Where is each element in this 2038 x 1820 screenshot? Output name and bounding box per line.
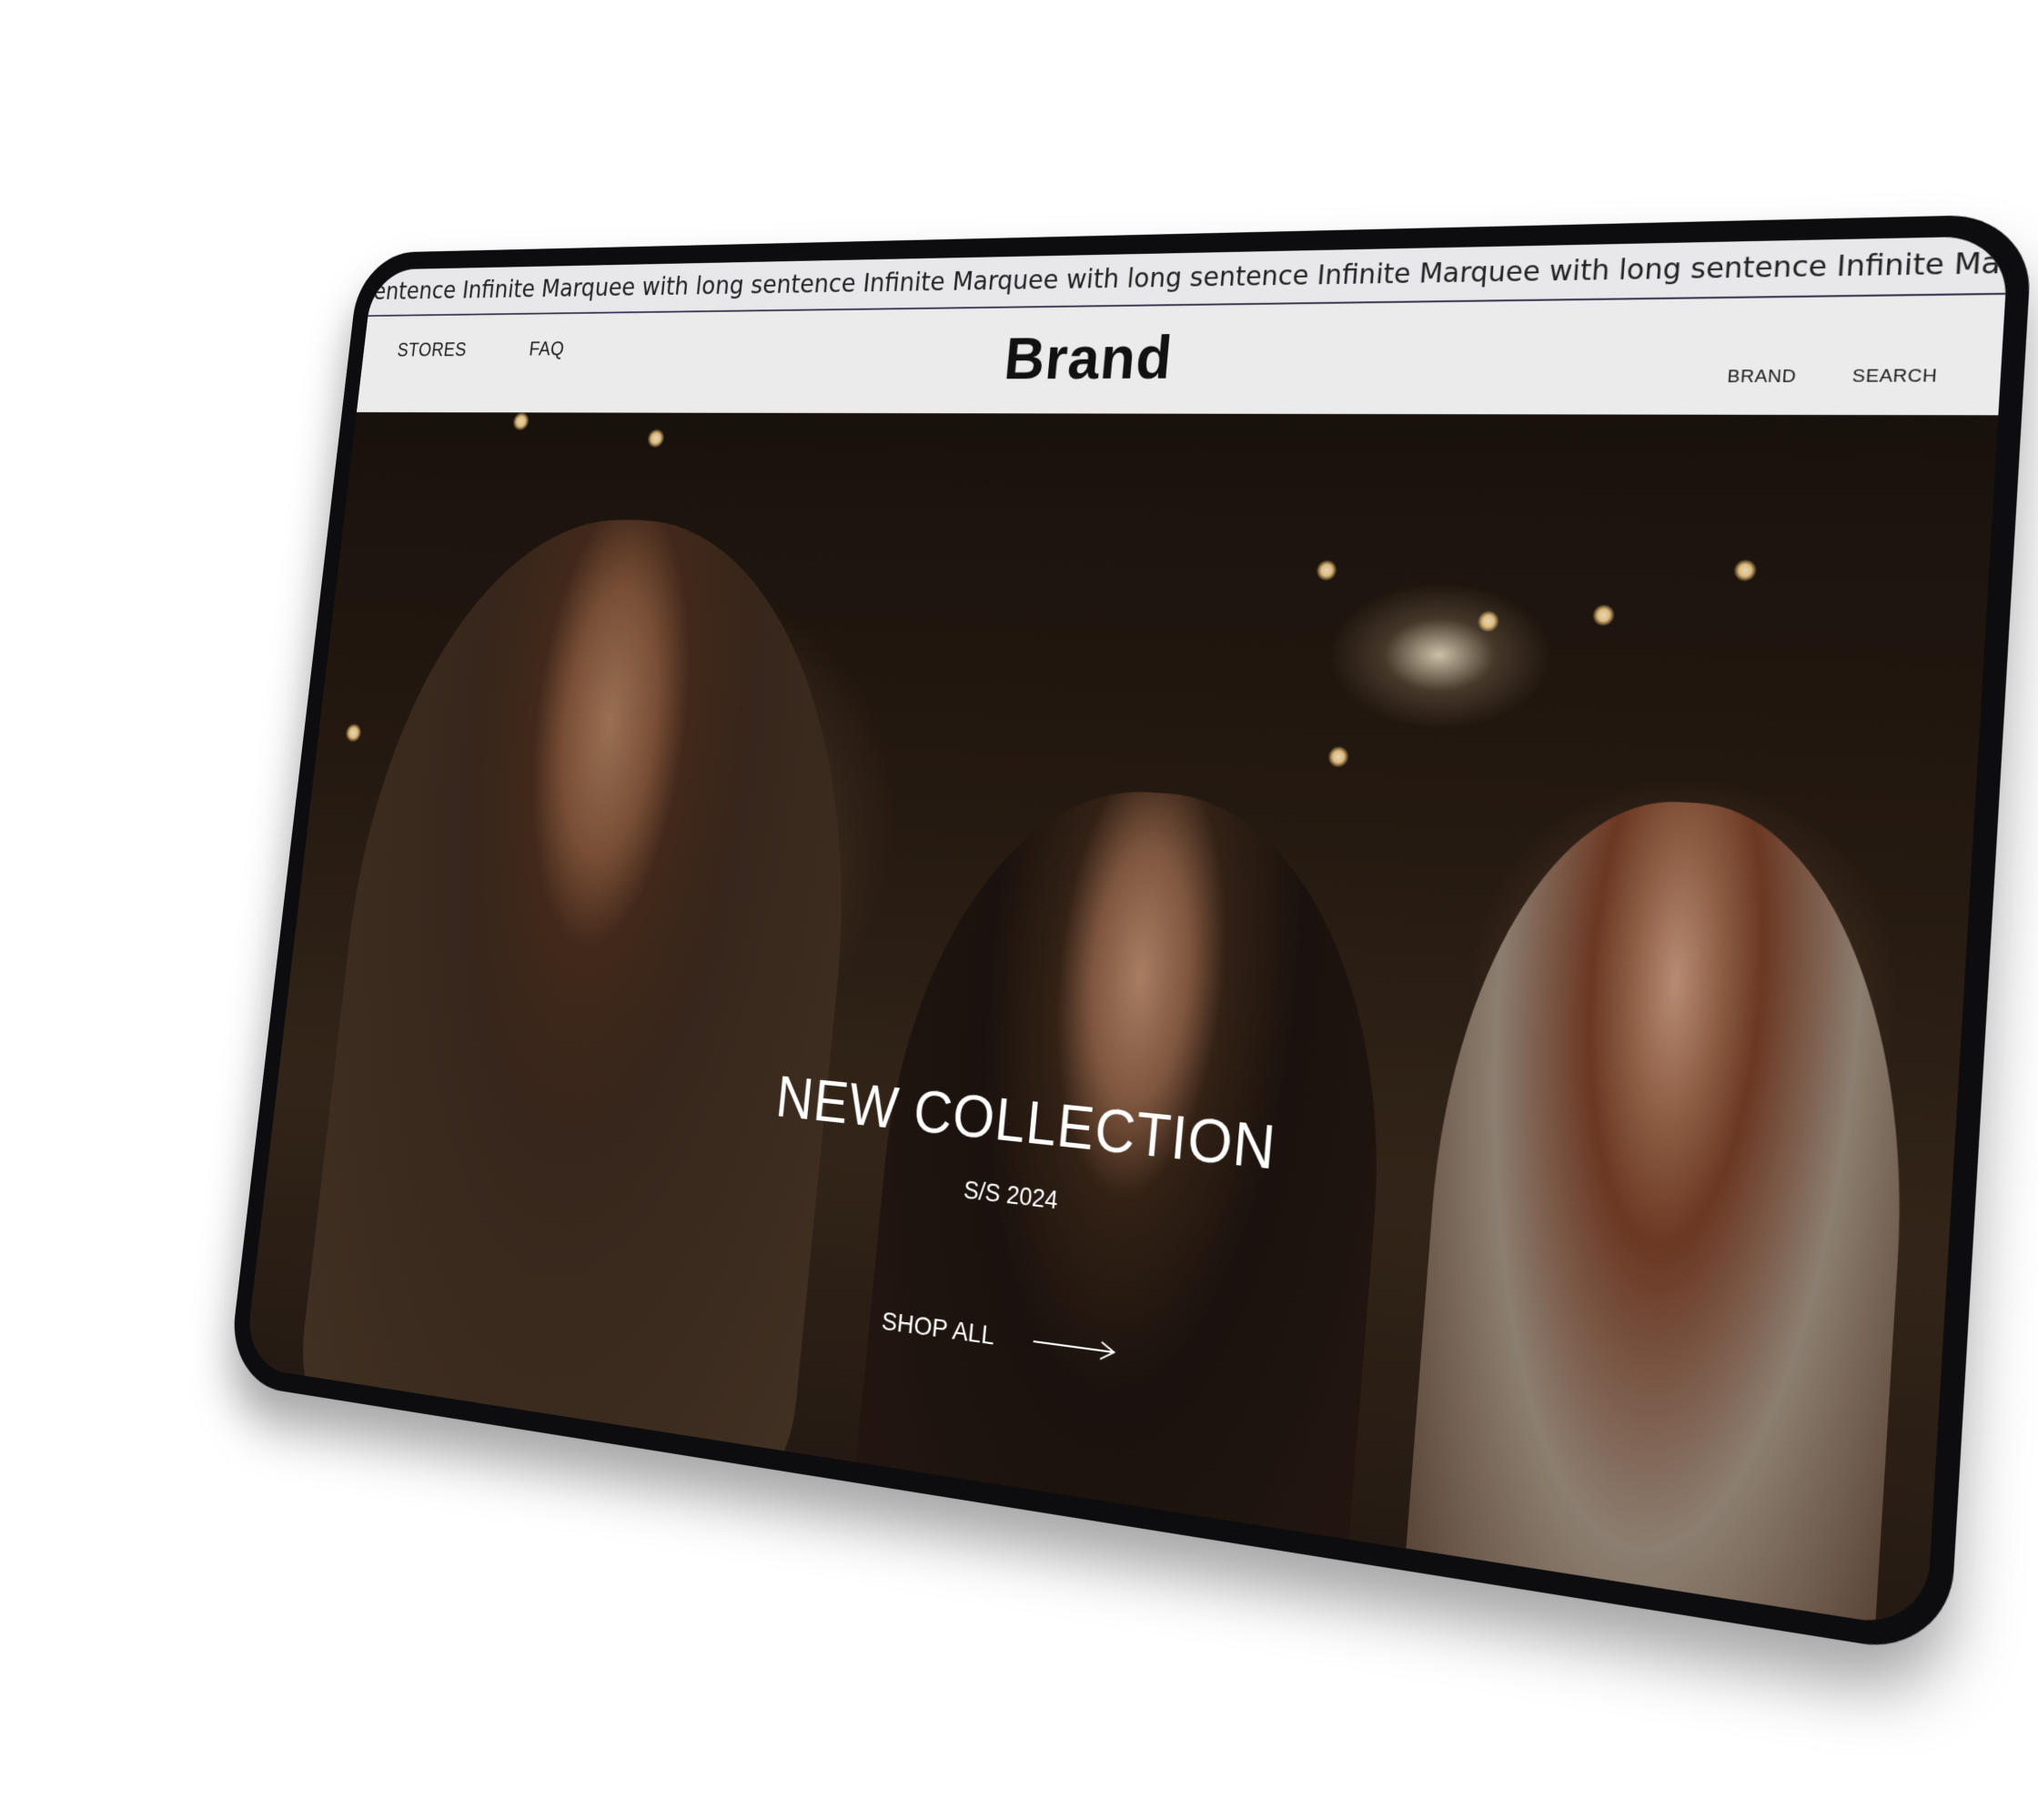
hero-banner: NEW COLLECTION S/S 2024 SHOP ALL [244,412,1999,1631]
device-frame: g sentence Infinite Marquee with long se… [227,213,2034,1658]
arrow-right-icon [1033,1331,1118,1363]
site-header: STORES FAQ Brand BRAND SEARCH [356,294,2006,416]
brand-logo[interactable]: Brand [1002,323,1175,392]
nav-stores-link[interactable]: STORES [396,339,468,362]
stage: g sentence Infinite Marquee with long se… [0,0,2038,1820]
nav-search-link[interactable]: SEARCH [1851,366,1938,388]
nav-faq-link[interactable]: FAQ [528,339,565,361]
nav-right: BRAND SEARCH [1727,366,1938,388]
nav-brand-link[interactable]: BRAND [1727,367,1797,388]
nav-left: STORES FAQ [396,339,565,362]
screen: g sentence Infinite Marquee with long se… [244,236,2010,1631]
